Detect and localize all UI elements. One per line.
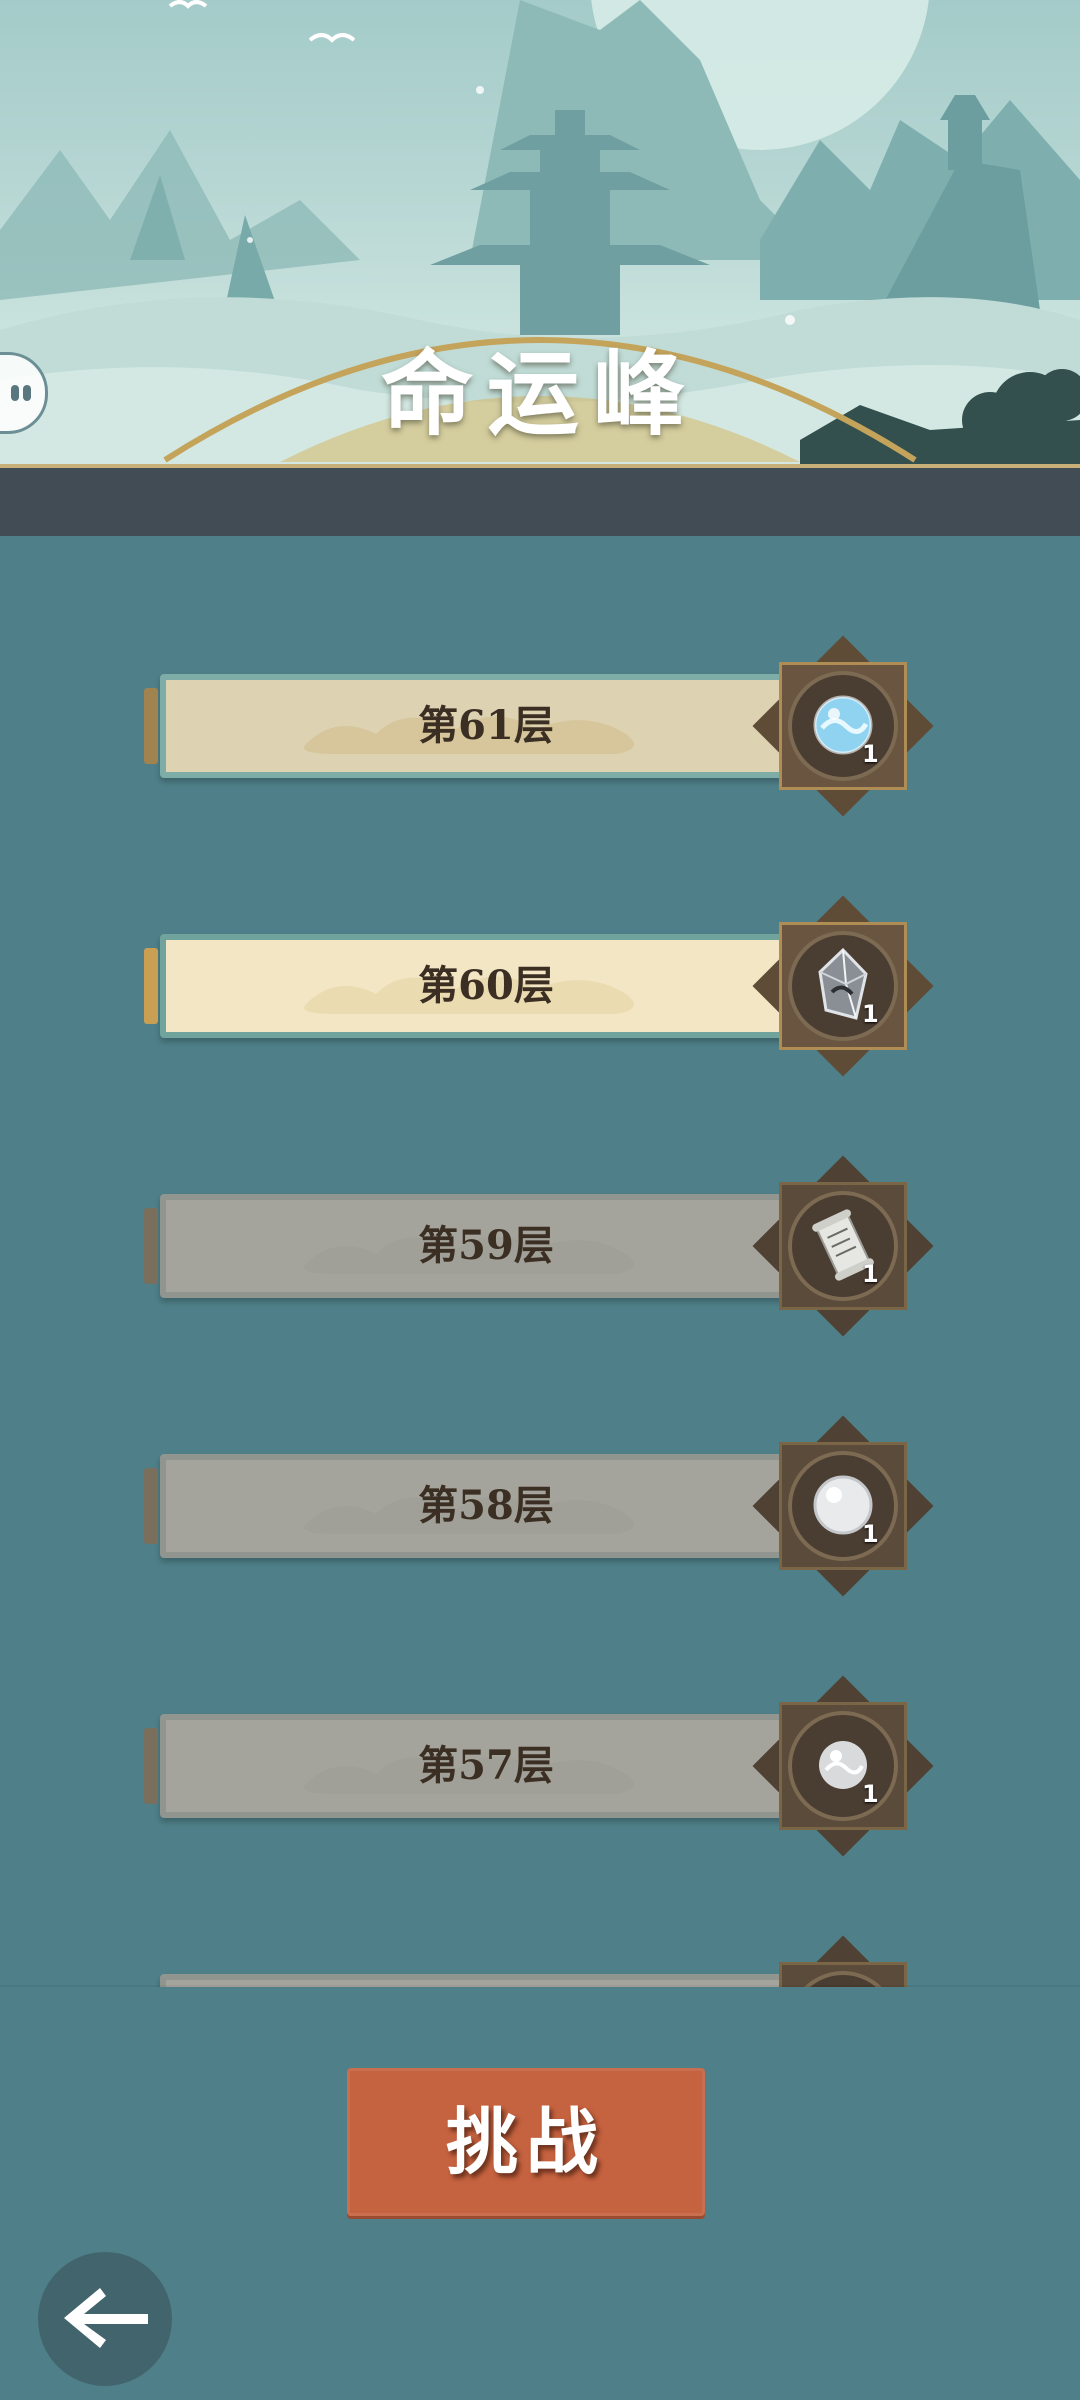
reward-count: 1 (862, 1000, 879, 1028)
reward-medal[interactable]: 1 (750, 632, 936, 822)
reward-medal[interactable]: 1 (750, 892, 936, 1082)
floor-bar[interactable]: 第58层 (144, 1454, 800, 1558)
reward-medal[interactable] (750, 1932, 936, 1987)
floor-bar[interactable]: 第61层 (144, 674, 800, 778)
floor-list[interactable]: 第61层 1 第60层 1 第59层 1 第58层 1 第57层 1 (0, 532, 1080, 1987)
chat-eye-icon (11, 385, 19, 401)
reward-count: 1 (862, 740, 879, 768)
floor-row[interactable]: 第58层 1 (144, 1412, 945, 1597)
page-title: 命运峰 (380, 340, 699, 448)
reward-medal[interactable]: 1 (750, 1672, 936, 1862)
floor-bar[interactable]: 第59层 (144, 1194, 800, 1298)
header-divider-band (0, 464, 1080, 536)
floor-label: 第60层 (418, 962, 554, 1009)
reward-count: 1 (862, 1520, 879, 1548)
reward-medal[interactable]: 1 (750, 1152, 936, 1342)
reward-count: 1 (862, 1260, 879, 1288)
floor-label: 第61层 (418, 702, 554, 749)
floor-label: 第58层 (418, 1482, 554, 1529)
list-bottom-edge (0, 1985, 1080, 1987)
reward-medal[interactable]: 1 (750, 1412, 936, 1602)
floor-label: 第59层 (418, 1222, 554, 1269)
floor-row[interactable]: 第57层 1 (144, 1672, 945, 1857)
chat-eye-icon (23, 385, 31, 401)
floor-bar[interactable]: 第57层 (144, 1714, 800, 1818)
floor-bar[interactable]: 第60层 (144, 934, 800, 1038)
floor-row[interactable]: 第59层 1 (144, 1152, 945, 1337)
floor-row-partial[interactable] (145, 1932, 945, 1987)
back-button[interactable] (38, 2252, 172, 2386)
floor-row[interactable]: 第61层 1 (144, 632, 945, 817)
back-arrow-icon (64, 2288, 148, 2348)
floor-label: 第57层 (418, 1742, 554, 1789)
reward-count: 1 (862, 1780, 879, 1808)
challenge-button[interactable]: 挑战 (347, 2068, 705, 2216)
header-banner: 命运峰 (0, 0, 1080, 470)
floor-row-selected[interactable]: 第60层 1 (144, 892, 945, 1077)
